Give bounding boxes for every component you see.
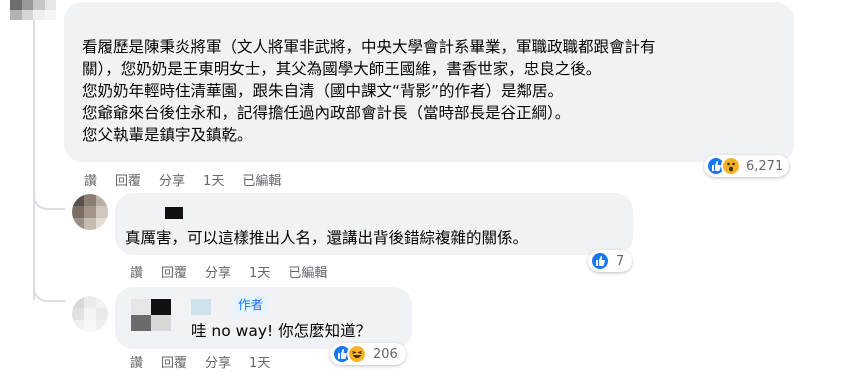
comment-1-line-1: 看履歷是陳秉炎將軍（文人將軍非武將，中央大學會計系畢業，軍職政職都跟會計有 [82,38,656,56]
reply-1-reply-link[interactable]: 回覆 [161,262,187,281]
reply-2-reaction-count: 206 [373,346,398,362]
reply-2-reactions[interactable]: 206 [330,343,406,365]
like-reaction-icon [590,251,610,271]
comment-1-actions: 讚 回覆 分享 1天 已編輯 [84,170,299,189]
reply-2-timestamp[interactable]: 1天 [249,352,270,371]
comment-1-edited-label[interactable]: 已編輯 [242,170,281,189]
reply-2-reply-link[interactable]: 回覆 [161,352,187,371]
reply-2-like-link[interactable]: 讚 [130,352,143,371]
thread-branch-reply-1 [33,188,65,210]
comment-1-like-link[interactable]: 讚 [84,170,97,189]
reply-1-share-link[interactable]: 分享 [205,262,231,281]
comment-1-reaction-count: 6,271 [746,158,784,174]
comment-1-timestamp[interactable]: 1天 [203,170,224,189]
reply-2-text: 哇 no way! 你怎麼知道？ [191,322,372,340]
reply-1-actions: 讚 回覆 分享 1天 已編輯 [130,262,345,281]
reply-bubble-1: 真厲害，可以這樣推出人名，還講出背後錯綜複雜的關係。 [115,193,633,255]
reply-1-reaction-count: 7 [616,253,625,269]
comment-1-line-5: 您父執輩是鎮宇及鎮乾。 [82,126,253,144]
comment-1-line-2: 關），您奶奶是王東明女士，其父為國學大師王國維，書香世家，忠良之後。 [82,60,602,78]
author-badge: 作者 [233,295,269,315]
avatar-replier-1[interactable] [72,194,108,230]
comment-1-line-3: 您奶奶年輕時住清華園，跟朱自清（國中課文“背影”的作者）是鄰居。 [82,82,564,100]
reply-2-actions: 讚 回覆 分享 1天 [130,352,288,371]
comment-1-reactions[interactable]: 6,271 [704,155,790,177]
avatar-commenter-1[interactable] [10,0,56,20]
reply-2-share-link[interactable]: 分享 [205,352,231,371]
thread-branch-reply-2 [33,280,65,302]
avatar-author[interactable] [72,296,108,332]
comment-1-share-link[interactable]: 分享 [159,170,185,189]
replier-1-name-redacted[interactable] [165,207,183,219]
wow-reaction-icon [721,156,741,176]
reply-1-text: 真厲害，可以這樣推出人名，還講出背後錯綜複雜的關係。 [125,229,529,247]
haha-reaction-icon [347,344,367,364]
reply-bubble-2: 作者 哇 no way! 你怎麼知道？ [115,287,412,349]
thread-line [33,0,35,300]
reply-1-edited-label[interactable]: 已編輯 [288,262,327,281]
reply-1-reactions[interactable]: 7 [588,250,633,272]
reply-1-timestamp[interactable]: 1天 [249,262,270,281]
reply-1-like-link[interactable]: 讚 [130,262,143,281]
comment-bubble-1: 看履歷是陳秉炎將軍（文人將軍非武將，中央大學會計系畢業，軍職政職都跟會計有 關）… [64,2,794,162]
comment-1-reply-link[interactable]: 回覆 [115,170,141,189]
comment-1-line-4: 您爺爺來台後住永和，記得擔任過內政部會計長（當時部長是谷正綱）。 [82,104,571,122]
